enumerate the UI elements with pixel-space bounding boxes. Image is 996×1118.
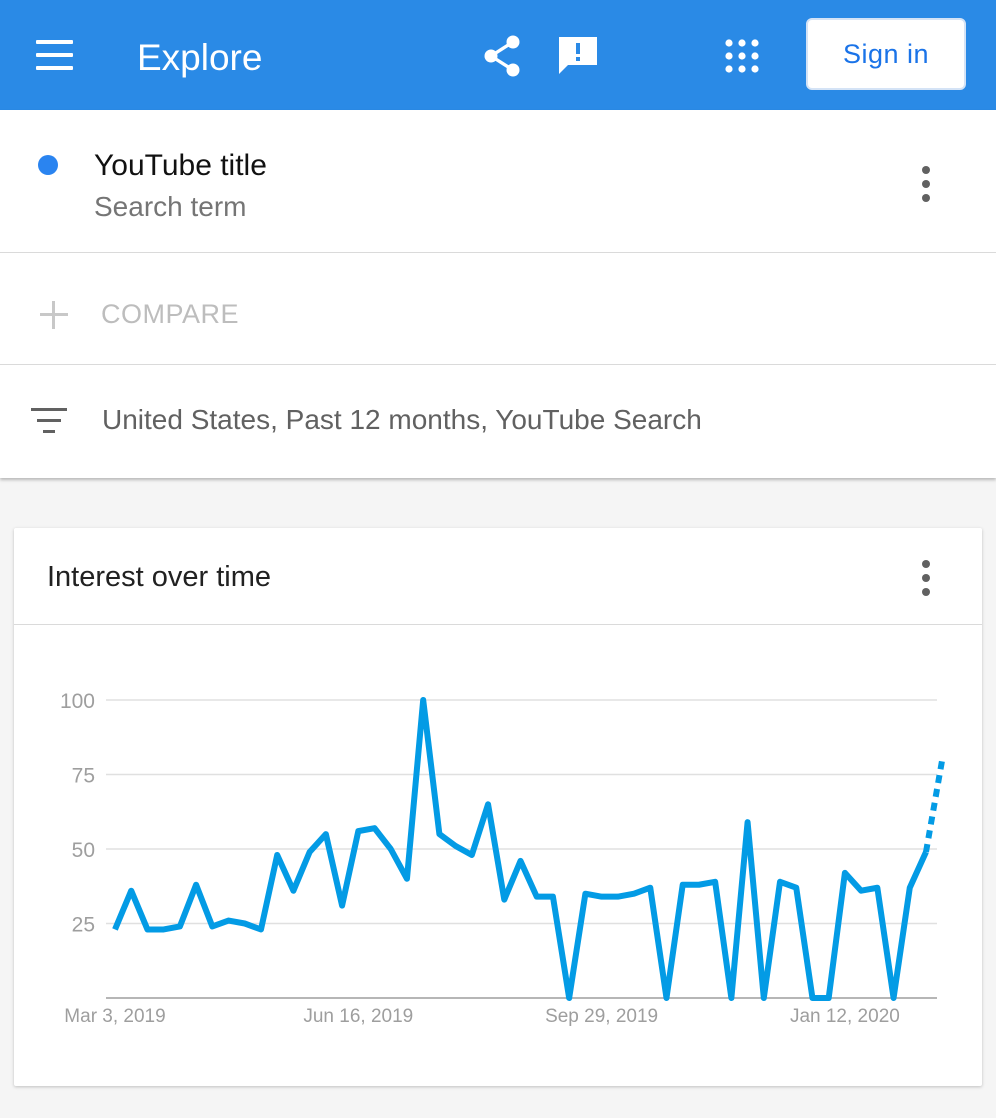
search-term-row[interactable]: YouTube title Search term	[0, 110, 996, 253]
compare-button[interactable]: COMPARE	[0, 253, 996, 365]
top-app-bar: Explore Sign in	[0, 0, 996, 110]
x-tick-label: Sep 29, 2019	[545, 1006, 658, 1027]
x-tick-label: Jan 12, 2020	[790, 1006, 900, 1027]
compare-label: COMPARE	[101, 299, 240, 329]
plus-icon	[40, 301, 68, 329]
y-tick-label: 75	[72, 765, 95, 788]
series-line-partial	[923, 759, 946, 853]
x-tick-label: Jun 16, 2019	[303, 1006, 413, 1027]
share-icon[interactable]	[480, 34, 524, 78]
search-term-card: YouTube title Search term COMPARE United…	[0, 110, 996, 478]
apps-grid-icon[interactable]	[722, 36, 762, 76]
hamburger-menu-icon[interactable]	[36, 40, 73, 70]
y-tick-label: 100	[60, 690, 95, 713]
sign-in-button[interactable]: Sign in	[806, 18, 966, 90]
search-term-title: YouTube title	[94, 149, 267, 182]
y-tick-label: 50	[72, 839, 95, 862]
filter-row[interactable]: United States, Past 12 months, YouTube S…	[0, 365, 996, 478]
y-tick-label: 25	[72, 914, 95, 937]
interest-over-time-card: Interest over time 25 50 75 100 Mar 3, 2019 J…	[14, 528, 982, 1086]
feedback-icon[interactable]	[556, 34, 600, 78]
term-color-dot	[38, 155, 58, 175]
x-tick-label: Mar 3, 2019	[64, 1006, 165, 1027]
interest-line-chart: 25 50 75 100 Mar 3, 2019 Jun 16, 2019 Sep 29, …	[60, 690, 946, 1027]
page-title: Explore	[137, 37, 263, 78]
more-vert-icon[interactable]	[914, 164, 938, 204]
filter-summary: United States, Past 12 months, YouTube S…	[102, 404, 702, 435]
search-term-subtitle: Search term	[94, 191, 247, 222]
filter-list-icon	[31, 408, 67, 434]
